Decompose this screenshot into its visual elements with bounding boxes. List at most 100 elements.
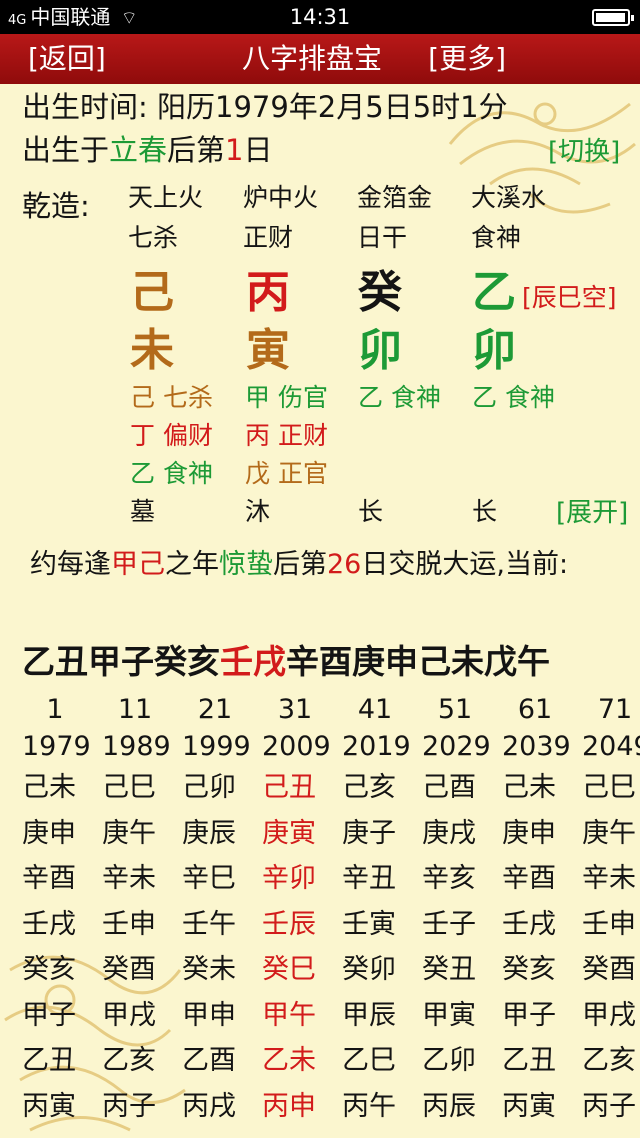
page-title: 八字排盘宝 [242, 42, 383, 75]
luck-cell: 癸酉 [582, 954, 636, 985]
luck-cell: 庚子 [342, 817, 396, 849]
chart-label: 乾造: [22, 189, 90, 223]
luck-cell: 壬戌 [22, 908, 76, 940]
luck-cell: 己丑 [262, 772, 316, 803]
luck-year: 2039 [502, 731, 571, 762]
void-label: [辰巳空] [522, 283, 617, 312]
nayin-hour: 大溪水 [471, 183, 547, 212]
hidden-hour-1: 乙 食神 [472, 383, 555, 412]
luck-cell: 己未 [502, 772, 556, 803]
luck-cell: 甲戌 [102, 999, 156, 1031]
luck-year: 1989 [102, 731, 171, 762]
dayun-pillars: 乙丑甲子癸亥壬戌辛酉庚申己未戊午 [22, 642, 640, 682]
luck-cell: 甲申 [182, 999, 236, 1031]
god-month: 正财 [243, 223, 294, 252]
luck-cell: 甲辰 [342, 999, 396, 1031]
luck-cell: 丙午 [342, 1090, 396, 1122]
stem-day: 癸 [358, 267, 402, 318]
luck-term: 惊蛰 [219, 549, 273, 580]
pillars-after: 辛酉庚申己未戊午 [286, 642, 550, 681]
luck-cell: 壬午 [182, 908, 236, 940]
luck-age: 41 [357, 694, 393, 725]
expand-button[interactable]: [展开] [556, 497, 628, 529]
luck-cell: 辛酉 [502, 863, 556, 894]
luck-cell: 壬申 [582, 908, 636, 940]
branch-year: 未 [130, 325, 174, 376]
luck-cell: 癸亥 [502, 954, 556, 985]
luck-cell: 乙亥 [582, 1045, 636, 1076]
luck-age: 61 [517, 694, 553, 725]
luck-cell: 辛丑 [342, 863, 396, 894]
solar-term: 立春 [109, 133, 168, 167]
luck-cell: 丙寅 [22, 1090, 76, 1122]
luck-days: 26 [327, 549, 362, 580]
luck-age: 1 [46, 694, 64, 725]
luck-cell: 壬寅 [342, 908, 396, 940]
branch-day: 卯 [358, 325, 402, 376]
pillar-current: 壬戌 [220, 642, 286, 681]
nayin-month: 炉中火 [243, 183, 319, 212]
luck-cell: 己巳 [582, 772, 636, 803]
luck-cell: 丙辰 [422, 1090, 476, 1122]
luck-cell: 庚午 [102, 817, 156, 849]
luck-cell: 壬子 [422, 908, 476, 940]
more-button[interactable]: [更多] [428, 42, 506, 76]
luck-cell: 丙子 [102, 1090, 156, 1122]
luck-age: 51 [437, 694, 473, 725]
hidden-year-2: 丁 偏财 [130, 421, 213, 450]
battery-icon [592, 9, 634, 26]
luck-year: 2009 [262, 731, 331, 762]
luck-stems: 甲己 [111, 549, 165, 580]
luck-cell: 丙子 [582, 1090, 636, 1122]
hidden-day-1: 乙 食神 [358, 383, 441, 412]
hidden-month-2: 丙 正财 [245, 421, 328, 450]
luck-cell: 辛卯 [262, 863, 316, 894]
branch-hour: 卯 [472, 325, 516, 376]
god-hour: 食神 [471, 223, 522, 252]
god-year: 七杀 [128, 223, 179, 252]
luck-cell: 乙巳 [342, 1045, 396, 1076]
luck-cell: 甲午 [262, 999, 316, 1031]
luck-mid2: 后第 [273, 549, 327, 580]
luck-cell: 乙丑 [502, 1045, 556, 1076]
luck-cell: 辛酉 [22, 863, 76, 894]
luck-cell: 乙卯 [422, 1045, 476, 1076]
luck-cell: 庚辰 [182, 817, 236, 849]
luck-cell: 辛未 [102, 863, 156, 894]
battery-level [596, 13, 625, 22]
stem-month: 丙 [246, 267, 290, 318]
after-suffix: 日 [243, 133, 273, 167]
luck-cell: 甲子 [22, 999, 76, 1031]
after-prefix: 出生于 [22, 133, 110, 167]
nayin-day: 金箔金 [357, 183, 433, 212]
luck-age: 11 [117, 694, 153, 725]
luck-cell: 甲子 [502, 999, 556, 1031]
luck-cell: 丙申 [262, 1090, 316, 1122]
luck-cell: 癸未 [182, 954, 236, 985]
branch-month: 寅 [246, 325, 290, 376]
luck-age: 31 [277, 694, 313, 725]
luck-cell: 庚申 [22, 817, 76, 849]
luck-year: 1979 [22, 731, 91, 762]
luck-year: 2049 [582, 731, 640, 762]
luck-cell: 乙未 [262, 1045, 316, 1076]
luck-cell: 己卯 [182, 772, 236, 803]
luck-cell: 甲戌 [582, 999, 636, 1031]
luck-intro: 约每逢甲己之年惊蛰后第26日交脱大运,当前: [30, 547, 568, 583]
luck-year: 2019 [342, 731, 411, 762]
luck-cell: 壬戌 [502, 908, 556, 940]
stem-year: 己 [130, 267, 174, 318]
switch-button[interactable]: [切换] [548, 136, 620, 168]
luck-cell: 甲寅 [422, 999, 476, 1031]
luck-cell: 癸卯 [342, 954, 396, 985]
luck-mid1: 之年 [165, 549, 219, 580]
after-middle: 后第 [167, 133, 226, 167]
god-day: 日干 [357, 223, 408, 252]
pillars-before: 乙丑甲子癸亥 [22, 642, 220, 681]
birth-time: 出生时间: 阳历1979年2月5日5时1分 [22, 90, 508, 124]
back-button[interactable]: [返回] [28, 42, 106, 76]
nayin-year: 天上火 [128, 183, 204, 212]
luck-cell: 壬辰 [262, 908, 316, 940]
luck-cell: 己酉 [422, 772, 476, 803]
luck-cell: 癸酉 [102, 954, 156, 985]
